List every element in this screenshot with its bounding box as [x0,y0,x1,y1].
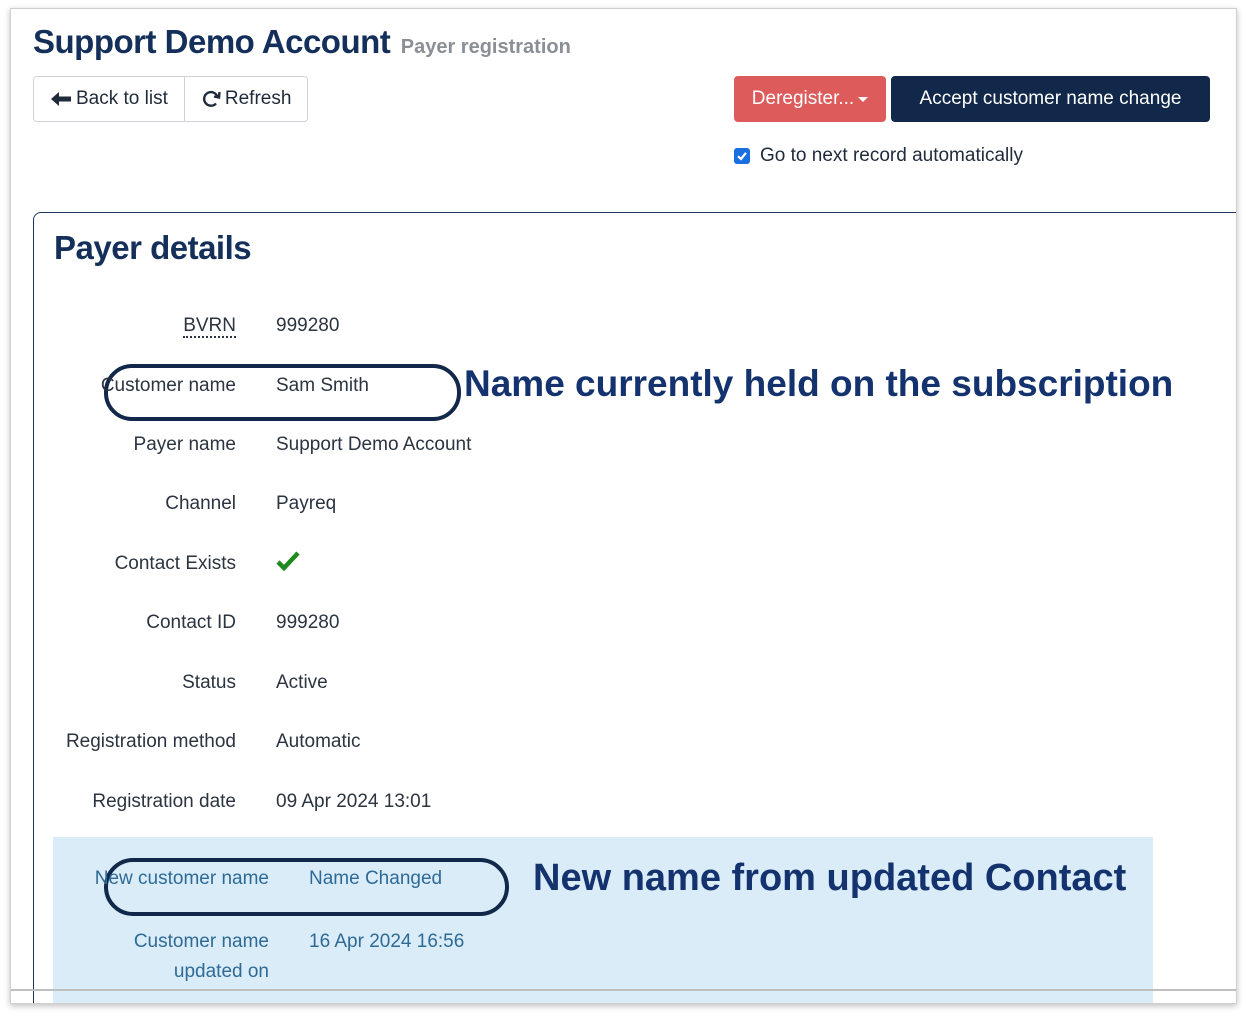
field-label: Payer name [133,434,236,455]
checkmark-icon [276,551,300,577]
field-value: Sam Smith [276,375,369,396]
field-value: Automatic [276,731,361,752]
auto-next-option: Go to next record automatically [734,145,1023,167]
app-window: Support Demo Account Payer registration … [10,8,1237,1004]
field-label: Customer name updated on [54,927,309,987]
field-value: 999280 [276,612,340,633]
field-value: Payreq [276,493,337,514]
refresh-button[interactable]: Refresh [183,77,308,121]
panel-title: Payer details [54,229,252,266]
field-value: Active [276,672,328,693]
field-label: Contact ID [146,612,236,633]
field-row-name-updated-on: Customer name updated on 16 Apr 2024 16:… [54,927,464,987]
field-row-bvrn: BVRN 999280 [11,311,571,341]
accept-label: Accept customer name change [919,88,1182,109]
field-label: Customer name [100,375,236,396]
field-row-channel: Channel Payreq [11,489,571,519]
field-label: Registration method [65,731,236,752]
field-value: Support Demo Account [276,434,472,455]
field-label: BVRN [11,315,276,338]
field-row-new-customer-name: New customer name Name Changed [54,868,442,890]
bvrn-abbr: BVRN [183,315,236,338]
refresh-label: Refresh [224,88,292,109]
field-label-line1: Customer name [133,931,269,952]
deregister-dropdown-button[interactable]: Deregister... [734,76,886,122]
deregister-label: Deregister... [751,88,855,109]
page-header: Support Demo Account Payer registration [33,23,571,61]
auto-next-label: Go to next record automatically [760,145,1023,166]
field-value [276,550,300,578]
field-label: Contact Exists [114,553,236,574]
field-row-payer-name: Payer name Support Demo Account [11,430,571,460]
field-row-registration-date: Registration date 09 Apr 2024 13:01 [11,787,571,817]
back-to-list-button[interactable]: Back to list [34,77,184,121]
refresh-icon [201,89,221,109]
annotation-new-name: New name from updated Contact [533,857,1127,899]
field-label: Registration date [92,791,236,812]
field-row-registration-method: Registration method Automatic [11,727,571,757]
page-title: Support Demo Account [33,23,391,60]
field-value: Name Changed [309,868,443,889]
nav-button-group: Back to list Refresh [33,76,309,122]
back-to-list-label: Back to list [76,88,168,109]
field-value: 16 Apr 2024 16:56 [309,931,465,952]
accept-customer-name-change-button[interactable]: Accept customer name change [891,76,1210,122]
field-label-line2: updated on [173,961,269,982]
field-row-status: Status Active [11,668,571,698]
field-value: 999280 [276,315,340,336]
auto-next-checkbox[interactable] [734,148,750,164]
annotation-current-name: Name currently held on the subscription [464,363,1174,404]
field-row-contact-id: Contact ID 999280 [11,608,571,638]
field-label: Channel [165,493,236,514]
caret-down-icon [858,96,869,102]
field-label: Status [182,672,236,693]
arrow-left-icon [50,91,72,107]
field-row-contact-exists: Contact Exists [11,549,571,579]
field-value: 09 Apr 2024 13:01 [276,791,432,812]
field-label: New customer name [94,868,269,889]
page-subtitle: Payer registration [400,36,571,58]
divider [11,989,1236,991]
